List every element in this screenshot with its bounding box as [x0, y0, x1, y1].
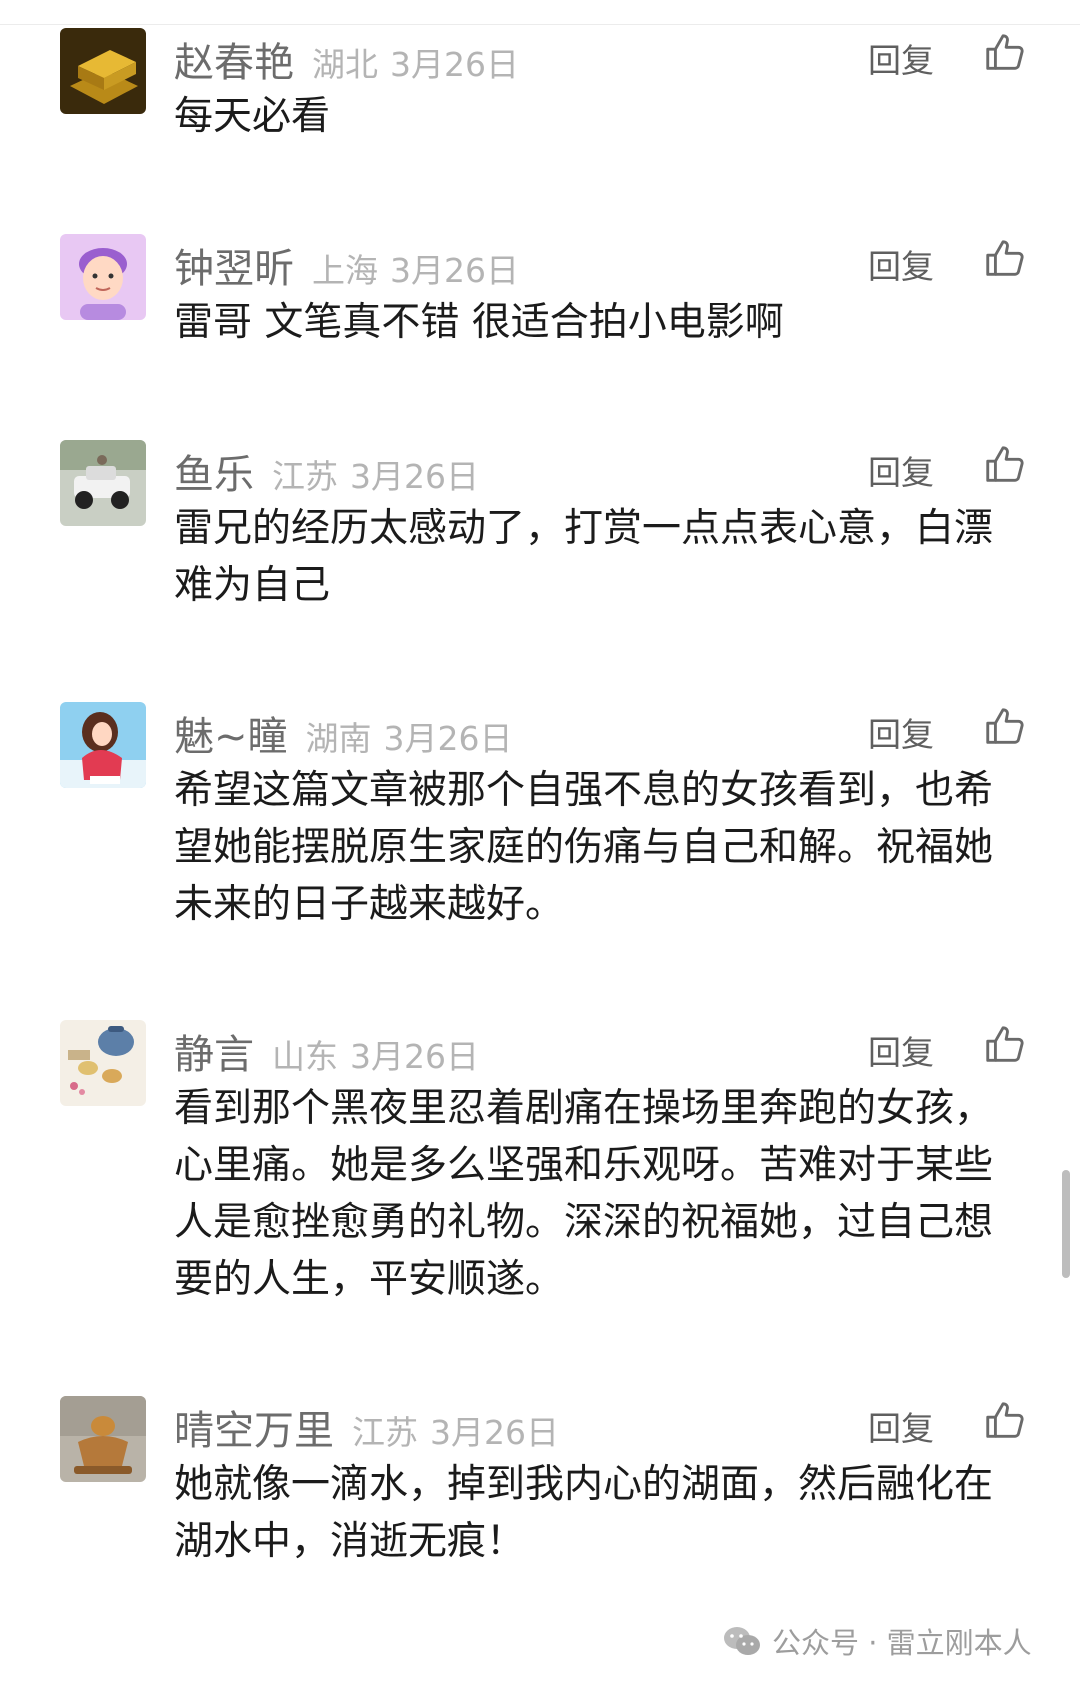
watermark-text: 公众号 · 雷立刚本人: [772, 1626, 1032, 1660]
reply-button[interactable]: 回复: [868, 34, 934, 82]
gold-bars-avatar-icon[interactable]: [60, 28, 146, 114]
comment-location: 上海: [312, 251, 378, 290]
toy-car-avatar-icon[interactable]: [60, 440, 146, 526]
commenter-name[interactable]: 魅~瞳: [174, 704, 288, 762]
girl-avatar-icon[interactable]: [60, 702, 146, 788]
comment-location: 湖北: [312, 45, 378, 84]
reply-button[interactable]: 回复: [868, 1402, 934, 1450]
watermark: 公众号 · 雷立刚本人: [722, 1620, 1032, 1662]
comment-text: 看到那个黑夜里忍着剧痛在操场里奔跑的女孩，心里痛。她是多么坚强和乐观呀。苦难对于…: [174, 1086, 994, 1302]
comment-date: 3月26日: [350, 1037, 479, 1076]
tea-set-avatar-icon[interactable]: [60, 1020, 146, 1106]
comment-location: 江苏: [272, 457, 338, 496]
comment-location: 湖南: [305, 719, 372, 758]
thumbs-up-icon[interactable]: [982, 1398, 1028, 1444]
incense-burner-avatar-icon[interactable]: [60, 1396, 146, 1482]
commenter-name[interactable]: 赵春艳: [174, 30, 294, 88]
comment-text: 雷兄的经历太感动了，打赏一点点表心意，白漂难为自己: [174, 506, 994, 608]
wechat-icon: [724, 1627, 760, 1655]
commenter-name[interactable]: 鱼乐: [174, 442, 254, 500]
commenter-name[interactable]: 静言: [174, 1022, 254, 1080]
thumbs-up-icon[interactable]: [982, 1022, 1028, 1068]
thumbs-up-icon[interactable]: [982, 236, 1028, 282]
top-divider: [0, 0, 1080, 25]
reply-button[interactable]: 回复: [868, 240, 934, 288]
thumbs-up-icon[interactable]: [982, 704, 1028, 750]
comment-text: 希望这篇文章被那个自强不息的女孩看到，也希望她能摆脱原生家庭的伤痛与自己和解。祝…: [174, 768, 994, 927]
scrollbar[interactable]: [1062, 1170, 1070, 1278]
commenter-name[interactable]: 晴空万里: [174, 1398, 334, 1456]
commenter-name[interactable]: 钟翌昕: [174, 236, 294, 294]
comment-date: 3月26日: [390, 251, 519, 290]
comment-date: 3月26日: [350, 457, 479, 496]
comment-text: 她就像一滴水，掉到我内心的湖面，然后融化在湖水中，消逝无痕！: [174, 1462, 994, 1564]
reply-button[interactable]: 回复: [868, 446, 934, 494]
comment-date: 3月26日: [390, 45, 519, 84]
comment-text: 每天必看: [174, 94, 331, 139]
thumbs-up-icon[interactable]: [982, 442, 1028, 488]
reply-button[interactable]: 回复: [868, 708, 934, 756]
comment-location: 山东: [272, 1037, 338, 1076]
comment-text: 雷哥 文笔真不错 很适合拍小电影啊: [174, 300, 784, 345]
comment-date: 3月26日: [430, 1413, 559, 1452]
comment-date: 3月26日: [383, 719, 513, 758]
cartoon-person-avatar-icon[interactable]: [60, 234, 146, 320]
reply-button[interactable]: 回复: [868, 1026, 934, 1074]
comment-location: 江苏: [352, 1413, 418, 1452]
thumbs-up-icon[interactable]: [982, 30, 1028, 76]
